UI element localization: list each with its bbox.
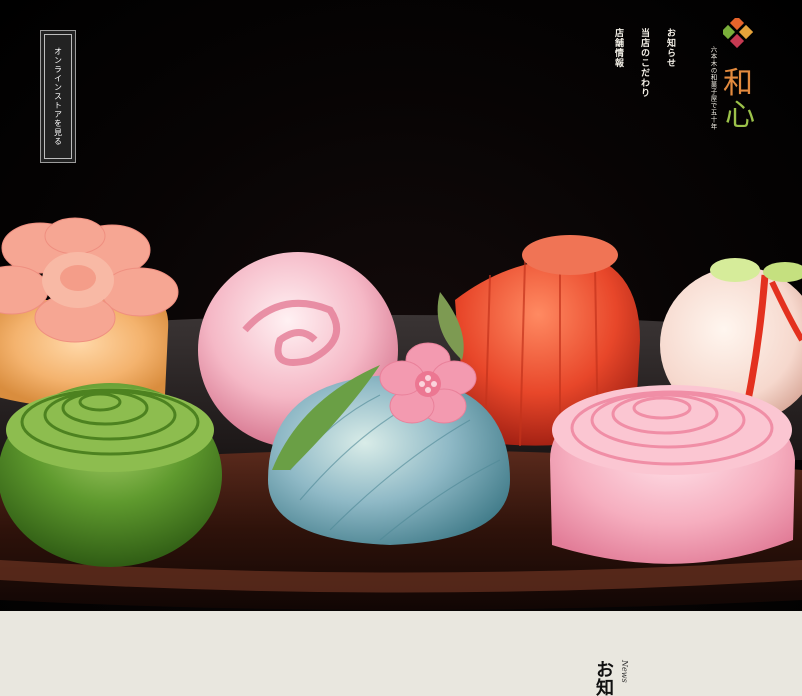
brand-tagline: 六本木の和菓子屋で五十年 [709, 46, 717, 130]
diamond-logo-icon [723, 18, 753, 48]
brand-name-kokoro: 心 [725, 98, 755, 133]
news-title-jp: お知 [593, 660, 614, 696]
news-title-en: News [620, 660, 629, 683]
hero-banner: オンラインストアを見る 店舗情報 当店のこだわり お知らせ 六本木の和菓子屋で五… [0, 0, 802, 611]
nav-item-news[interactable]: お知らせ [664, 28, 676, 98]
nav-item-commitment[interactable]: 当店のこだわり [638, 28, 650, 98]
brand-logo[interactable]: 六本木の和菓子屋で五十年 和 心 [705, 18, 765, 158]
nav-item-store-info[interactable]: 店舗情報 [612, 28, 624, 98]
news-heading: お知 News [590, 660, 655, 696]
online-store-button[interactable]: オンラインストアを見る [40, 30, 76, 163]
online-store-label: オンラインストアを見る [53, 47, 63, 146]
